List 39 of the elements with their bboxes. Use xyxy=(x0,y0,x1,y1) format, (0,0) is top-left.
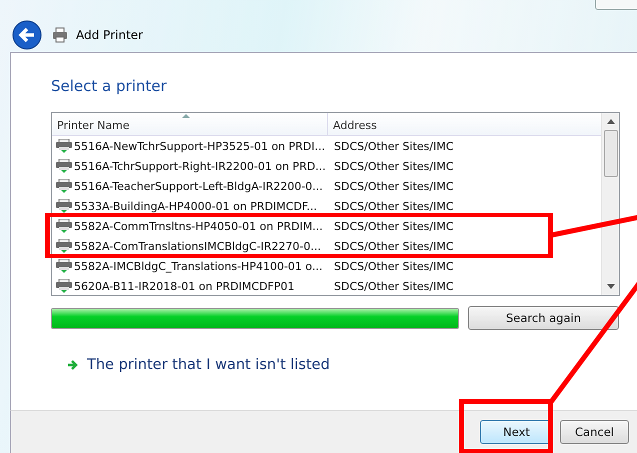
printer-address: SDCS/Other Sites/IMC xyxy=(333,240,454,252)
printer-name[interactable]: 5582A-ComTranslationsIMCBldgC-IR2270-0... xyxy=(52,239,329,253)
printer-address: SDCS/Other Sites/IMC xyxy=(333,220,454,232)
window-title: Add Printer xyxy=(76,28,143,42)
scroll-up-icon[interactable] xyxy=(606,119,614,124)
column-header[interactable]: Printer Name xyxy=(52,113,328,135)
printer-name[interactable]: 5516A-TchrSupport-Right-IR2200-01 on PRD... xyxy=(52,159,329,173)
printer-name[interactable]: 5516A-NewTchrSupport-HP3525-01 on PRDI... xyxy=(52,139,329,153)
printer-name[interactable]: 5582A-IMCBldgC_Translations-HP4100-01 o... xyxy=(52,259,329,273)
sort-arrow-icon xyxy=(182,114,190,118)
column-header[interactable]: Address xyxy=(328,113,382,135)
printer-address: SDCS/Other Sites/IMC xyxy=(333,180,454,192)
printer-address: SDCS/Other Sites/IMC xyxy=(333,160,454,172)
printer-icon xyxy=(56,219,72,233)
printer-icon xyxy=(56,259,72,273)
arrow-icon xyxy=(67,359,79,371)
cancel-button[interactable]: Cancel xyxy=(560,420,629,444)
printer-icon xyxy=(56,279,72,293)
search-again-button[interactable]: Search again xyxy=(468,306,619,330)
printer-icon xyxy=(56,159,72,173)
printer-address: SDCS/Other Sites/IMC xyxy=(333,140,454,152)
scrollbar-thumb[interactable] xyxy=(604,130,618,177)
printer-address: SDCS/Other Sites/IMC xyxy=(333,200,454,212)
printer-address: SDCS/Other Sites/IMC xyxy=(333,280,454,292)
printer-icon xyxy=(56,199,72,213)
scrollbar[interactable] xyxy=(601,113,619,295)
printer-name[interactable]: 5533A-BuildingA-HP4000-01 on PRDIMCDF... xyxy=(52,199,329,213)
printer-name[interactable]: 5516A-TeacherSupport-Left-BldgA-IR2200-0... xyxy=(52,179,329,193)
back-icon[interactable] xyxy=(12,20,42,50)
printer-icon xyxy=(56,239,72,253)
not-listed-link[interactable]: The printer that I want isn't listed xyxy=(87,357,330,373)
printer-icon xyxy=(52,27,68,43)
printer-icon xyxy=(56,179,72,193)
printer-name[interactable]: 5582A-CommTrnsltns-HP4050-01 on PRDIM... xyxy=(52,219,329,233)
printer-address: SDCS/Other Sites/IMC xyxy=(333,260,454,272)
page-heading: Select a printer xyxy=(51,77,168,95)
printer-name[interactable]: 5620A-B11-IR2018-01 on PRDIMCDFP01 xyxy=(52,279,329,293)
printer-icon xyxy=(56,139,72,153)
scroll-down-icon[interactable] xyxy=(606,284,614,289)
